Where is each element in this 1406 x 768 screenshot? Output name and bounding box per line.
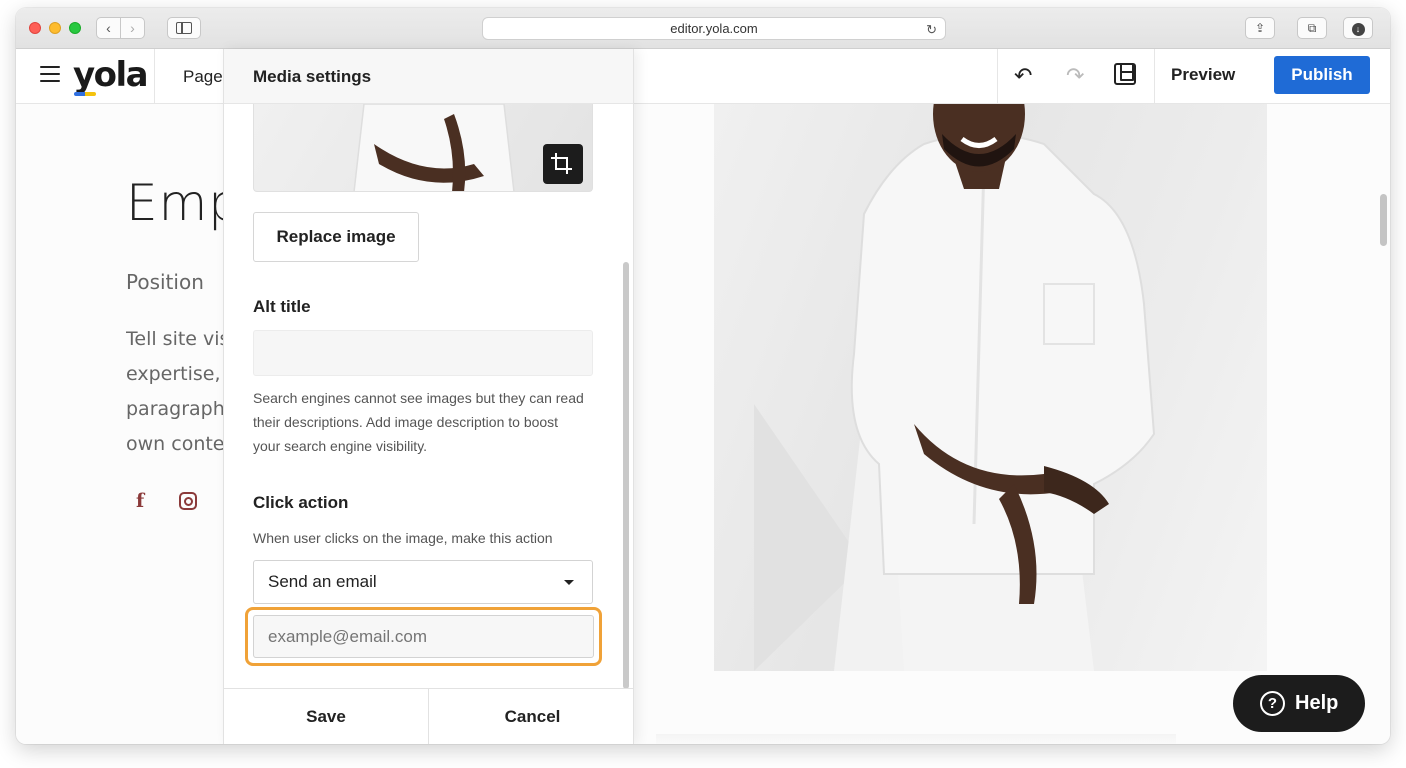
email-input-highlight [245, 607, 602, 666]
panel-header: Media settings [224, 49, 633, 104]
section-divider [656, 734, 1176, 744]
help-label: Help [1295, 692, 1339, 714]
portrait-photo[interactable] [714, 104, 1267, 671]
portrait-illustration [754, 104, 1156, 671]
toolbar-divider [154, 49, 155, 104]
bio-line: paragraph [126, 398, 225, 420]
reload-icon[interactable]: ↻ [926, 19, 937, 40]
address-bar[interactable]: editor.yola.com ↻ [482, 17, 946, 40]
undo-icon[interactable]: ↶ [1014, 63, 1032, 89]
downloads-button[interactable]: ↓ [1343, 17, 1373, 39]
download-icon: ↓ [1351, 23, 1365, 36]
help-button[interactable]: ? Help [1233, 675, 1365, 732]
bio-line: Tell site vis [126, 328, 226, 350]
tabs-icon: ⧉ [1307, 21, 1317, 35]
email-input[interactable] [253, 615, 594, 658]
bio-paragraph[interactable]: Tell site vis expertise, paragraph own c… [126, 322, 226, 462]
panel-title: Media settings [253, 67, 372, 86]
image-thumbnail [253, 104, 593, 192]
redo-icon[interactable]: ↷ [1066, 63, 1084, 89]
click-action-label: Click action [253, 493, 349, 512]
caret-down-icon [564, 580, 574, 585]
alt-title-input[interactable] [253, 330, 593, 376]
zoom-window-button[interactable] [69, 22, 81, 34]
share-icon: ⇪ [1254, 21, 1266, 35]
instagram-icon[interactable] [179, 492, 197, 510]
share-button[interactable]: ⇪ [1245, 17, 1275, 39]
preview-button[interactable]: Preview [1171, 65, 1235, 85]
bio-line: own conte [126, 433, 225, 455]
panel-footer: Save Cancel [224, 688, 633, 744]
publish-button[interactable]: Publish [1274, 56, 1370, 94]
tab-overview-button[interactable]: ⧉ [1297, 17, 1327, 39]
browser-chrome: ‹ › editor.yola.com ↻ ⇪ ⧉ ↓ [16, 8, 1390, 49]
save-button[interactable]: Save [224, 689, 429, 744]
yola-logo: yola [73, 55, 149, 95]
media-settings-panel: Media settings Replace image Alt title S… [223, 49, 634, 744]
click-action-value: Send an email [268, 572, 377, 591]
page-scrollbar[interactable] [1380, 194, 1387, 246]
click-action-help: When user clicks on the image, make this… [253, 530, 553, 546]
url-text: editor.yola.com [670, 21, 758, 36]
click-action-select[interactable]: Send an email [253, 560, 593, 604]
menu-icon[interactable] [40, 66, 60, 84]
position-text[interactable]: Position [126, 270, 204, 294]
back-button[interactable]: ‹ [96, 17, 121, 39]
logo-accent [74, 92, 96, 96]
toolbar-divider [997, 49, 998, 104]
browser-window: ‹ › editor.yola.com ↻ ⇪ ⧉ ↓ yola Page ↶ … [16, 8, 1390, 744]
pages-menu[interactable]: Page [183, 67, 223, 87]
save-icon[interactable] [1114, 63, 1136, 85]
toolbar-divider [1154, 49, 1155, 104]
facebook-icon[interactable]: f [136, 490, 144, 512]
replace-image-button[interactable]: Replace image [253, 212, 419, 262]
close-window-button[interactable] [29, 22, 41, 34]
alt-title-help: Search engines cannot see images but the… [253, 390, 584, 454]
sidebar-toggle-button[interactable] [167, 17, 201, 39]
crop-image-button[interactable] [543, 144, 583, 184]
minimize-window-button[interactable] [49, 22, 61, 34]
help-icon: ? [1260, 691, 1285, 716]
sidebar-icon [176, 22, 192, 34]
panel-scrollbar[interactable] [623, 262, 629, 689]
bio-line: expertise, [126, 363, 221, 385]
alt-title-label: Alt title [253, 297, 311, 316]
forward-button[interactable]: › [120, 17, 145, 39]
cancel-button[interactable]: Cancel [430, 689, 635, 744]
